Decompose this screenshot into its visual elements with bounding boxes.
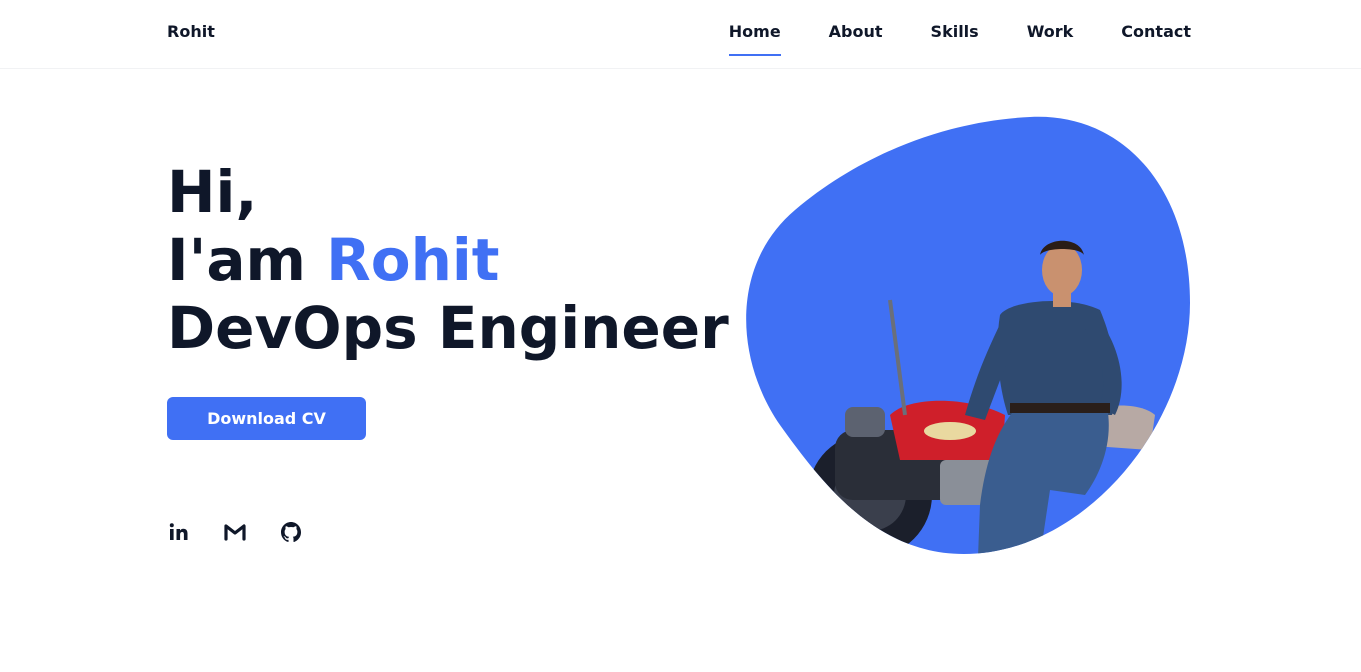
site-header: Rohit Home About Skills Work Contact xyxy=(0,0,1361,69)
main-nav: Home About Skills Work Contact xyxy=(728,22,1191,56)
hero-intro-prefix: I'am xyxy=(167,226,327,294)
nav-link-skills[interactable]: Skills xyxy=(931,22,979,41)
gmail-link[interactable] xyxy=(223,520,247,544)
hero-greeting: Hi, xyxy=(167,158,258,226)
linkedin-icon xyxy=(169,523,188,540)
gmail-icon xyxy=(224,524,246,541)
nav-link-work[interactable]: Work xyxy=(1027,22,1074,41)
site-logo[interactable]: Rohit xyxy=(167,22,215,41)
github-icon xyxy=(281,522,302,542)
linkedin-link[interactable] xyxy=(167,520,191,544)
download-cv-button[interactable]: Download CV xyxy=(167,397,366,440)
hero-name: Rohit xyxy=(326,226,500,294)
social-links xyxy=(167,520,303,544)
nav-link-home[interactable]: Home xyxy=(728,22,781,56)
hero-title: Hi, I'am Rohit DevOps Engineer xyxy=(167,158,729,362)
nav-link-about[interactable]: About xyxy=(829,22,883,41)
photo-blob xyxy=(746,116,1190,555)
profile-photo xyxy=(746,116,1190,555)
github-link[interactable] xyxy=(279,520,303,544)
nav-link-contact[interactable]: Contact xyxy=(1121,22,1191,41)
hero-role: DevOps Engineer xyxy=(167,294,729,362)
